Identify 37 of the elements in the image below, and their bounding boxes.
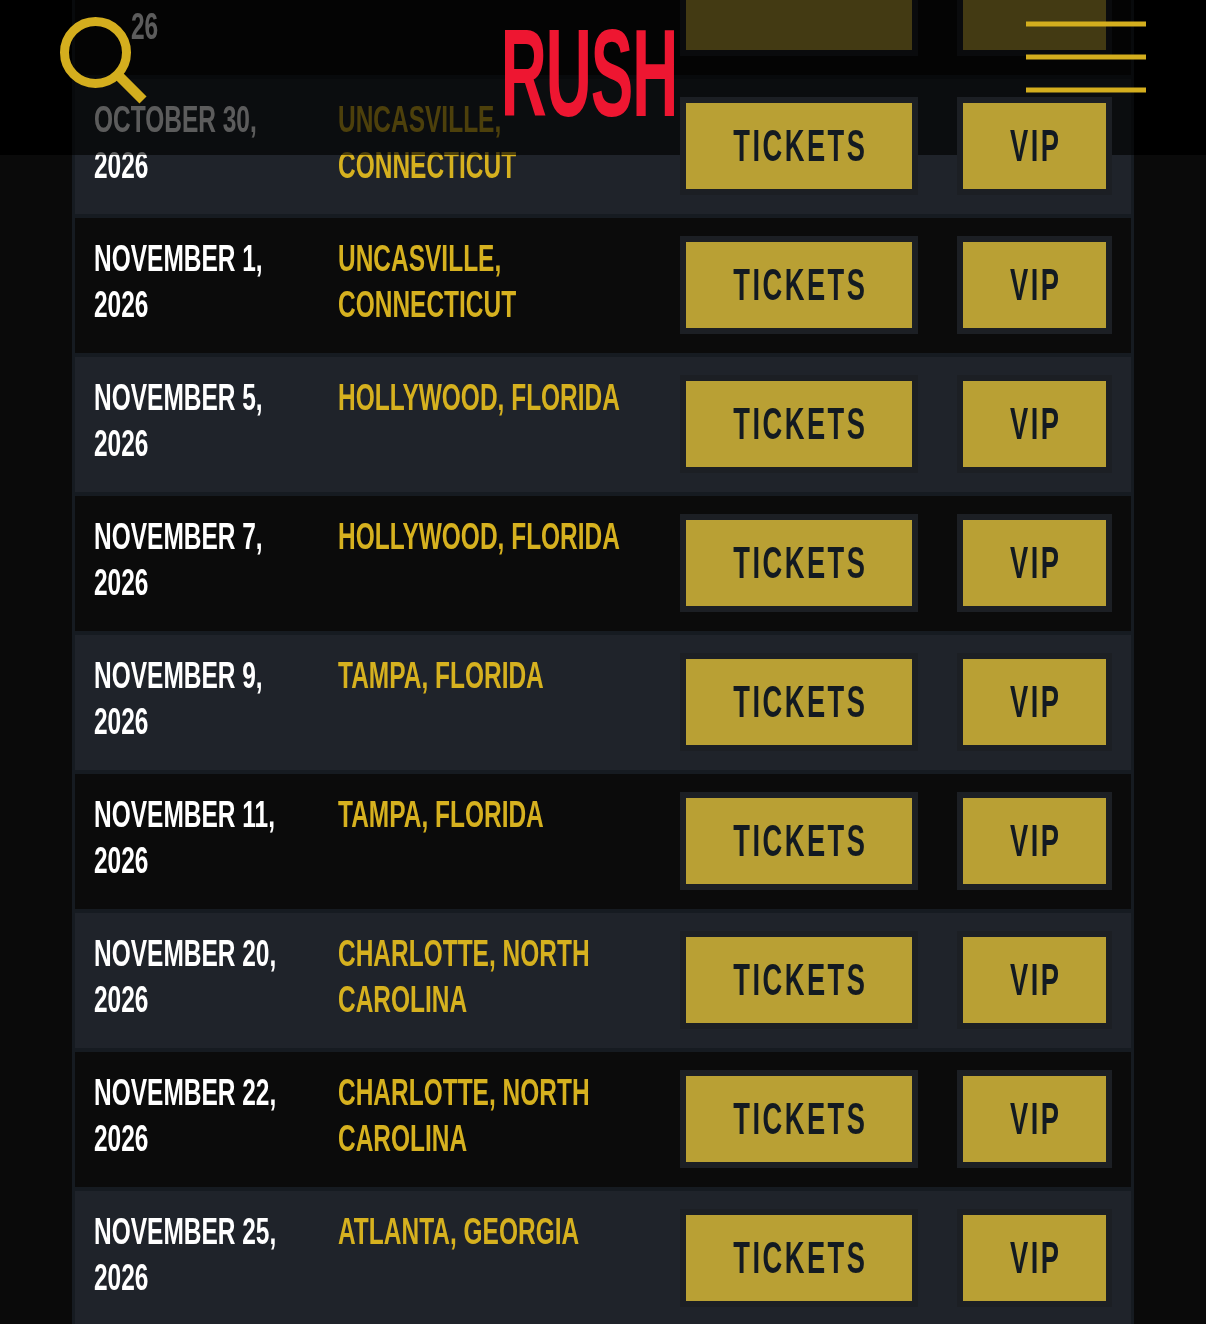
show-location: UNCASVILLE, CONNECTICUT	[338, 237, 518, 327]
show-location: TAMPA, FLORIDA	[338, 654, 544, 698]
tickets-button[interactable]: TICKETS	[680, 375, 918, 473]
tickets-button[interactable]: TICKETS	[680, 1070, 918, 1168]
menu-icon[interactable]	[1026, 21, 1146, 93]
show-date: NOVEMBER 11, 2026	[94, 793, 276, 883]
tickets-button[interactable]: TICKETS	[680, 236, 918, 334]
vip-button[interactable]: VIP	[957, 653, 1112, 751]
show-date: NOVEMBER 22, 2026	[94, 1071, 278, 1161]
show-location: CHARLOTTE, NORTH CAROLINA	[338, 932, 591, 1022]
vip-button[interactable]: VIP	[957, 236, 1112, 334]
show-date: 26	[131, 5, 159, 49]
show-location: HOLLYWOOD, FLORIDA	[338, 376, 620, 420]
vip-button[interactable]: VIP	[957, 1209, 1112, 1307]
vip-button[interactable]: VIP	[957, 792, 1112, 890]
show-date: NOVEMBER 7, 2026	[94, 515, 264, 605]
show-date: NOVEMBER 9, 2026	[94, 654, 264, 744]
show-location: HOLLYWOOD, FLORIDA	[338, 515, 620, 559]
show-date: NOVEMBER 5, 2026	[94, 376, 264, 466]
vip-button[interactable]: VIP	[957, 931, 1112, 1029]
tickets-button[interactable]: TICKETS	[680, 931, 918, 1029]
show-date: OCTOBER 30, 2026	[94, 98, 258, 188]
show-location: TAMPA, FLORIDA	[338, 793, 544, 837]
tickets-button[interactable]: TICKETS	[680, 1209, 918, 1307]
tickets-button[interactable]: TICKETS	[680, 653, 918, 751]
show-date: NOVEMBER 1, 2026	[94, 237, 264, 327]
show-date: NOVEMBER 20, 2026	[94, 932, 278, 1022]
vip-button[interactable]: VIP	[957, 97, 1112, 195]
vip-button[interactable]: VIP	[957, 1070, 1112, 1168]
show-date: NOVEMBER 25, 2026	[94, 1210, 278, 1300]
tickets-button[interactable]: TICKETS	[680, 514, 918, 612]
show-location: CHARLOTTE, NORTH CAROLINA	[338, 1071, 591, 1161]
tickets-button[interactable]: TICKETS	[680, 792, 918, 890]
vip-button[interactable]: VIP	[957, 375, 1112, 473]
vip-button[interactable]: VIP	[957, 514, 1112, 612]
tickets-button[interactable]: TICKETS	[680, 97, 918, 195]
show-location: ATLANTA, GEORGIA	[338, 1210, 580, 1254]
